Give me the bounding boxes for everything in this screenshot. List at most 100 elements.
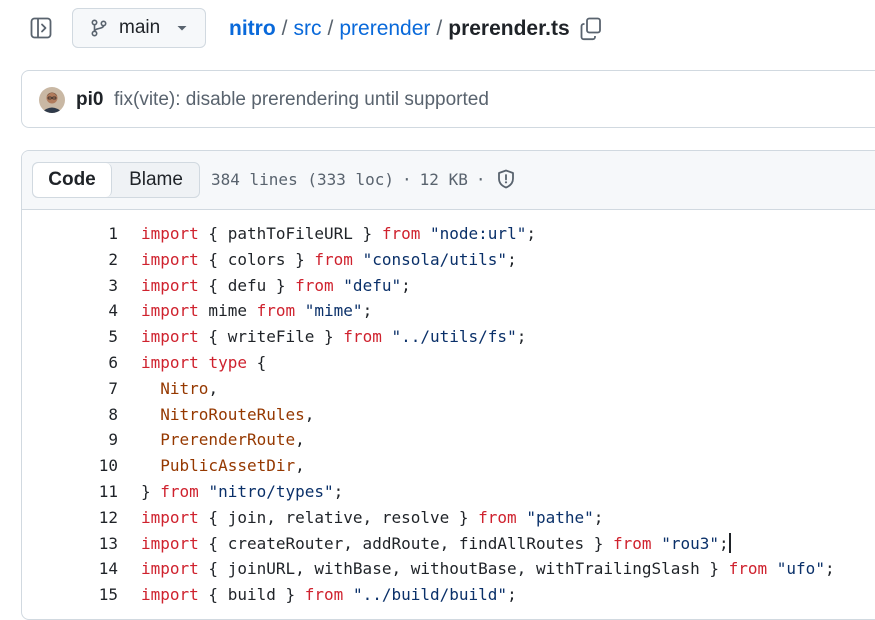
code-token: import	[141, 249, 199, 269]
meta-separator: ·	[402, 169, 412, 189]
code-token: from	[160, 481, 199, 501]
line-number[interactable]: 5	[58, 324, 118, 350]
line-number[interactable]: 2	[58, 247, 118, 273]
code-token: from	[613, 533, 652, 553]
code-token: mime	[198, 301, 257, 321]
triangle-down-icon	[176, 23, 188, 33]
breadcrumb-current-file: prerender.ts	[448, 17, 570, 40]
code-token: "node:url"	[430, 224, 527, 243]
code-text: import mime from "mime";	[141, 298, 372, 324]
code-token: PrerenderRoute	[160, 430, 296, 450]
code-line: 5 import { writeFile } from "../utils/fs"…	[22, 324, 875, 350]
code-text: import { build } from "../build/build";	[141, 582, 517, 608]
breadcrumb-prerender-link[interactable]: prerender	[339, 17, 430, 41]
git-branch-icon	[90, 19, 108, 37]
line-number[interactable]: 7	[58, 376, 118, 402]
line-number[interactable]: 4	[58, 298, 118, 324]
meta-separator: ·	[475, 169, 486, 189]
code-token: import	[141, 327, 199, 347]
code-token: from	[728, 559, 768, 579]
code-token: PublicAssetDir	[160, 456, 296, 476]
code-line: 12 import { join, relative, resolve } fro…	[22, 505, 875, 531]
view-mode-toggle: Code Blame	[32, 162, 200, 198]
code-token: from	[295, 275, 334, 295]
code-line: 15 import { build } from "../build/build"…	[22, 582, 875, 608]
breadcrumb-src-link[interactable]: src	[294, 17, 322, 41]
code-token: import	[141, 533, 199, 553]
line-number[interactable]: 3	[58, 273, 118, 299]
line-number[interactable]: 6	[58, 350, 118, 376]
line-number[interactable]: 14	[58, 556, 118, 582]
code-text: Nitro,	[141, 376, 218, 402]
breadcrumb-repo-link[interactable]: nitro	[229, 17, 276, 41]
code-token: { joinURL, withBase, withoutBase, withTr…	[198, 559, 729, 579]
line-number[interactable]: 11	[58, 479, 118, 505]
code-token: Nitro	[160, 378, 209, 398]
shield-icon[interactable]	[497, 169, 515, 189]
branch-name: main	[119, 17, 161, 38]
code-token: ;	[718, 533, 729, 553]
text-cursor	[728, 532, 731, 553]
code-line: 10 PublicAssetDir,	[22, 453, 875, 479]
code-line: 4 import mime from "mime";	[22, 298, 875, 324]
line-number[interactable]: 13	[58, 531, 118, 557]
avatar[interactable]	[39, 87, 65, 113]
line-number[interactable]: 8	[58, 402, 118, 428]
code-token: from	[304, 585, 344, 605]
code-token: "rou3"	[661, 533, 719, 553]
sidebar-expand-icon[interactable]	[30, 17, 52, 39]
breadcrumb-separator: /	[281, 17, 288, 40]
breadcrumb-separator: /	[327, 17, 334, 40]
code-token: ;	[362, 301, 373, 321]
copy-path-button[interactable]	[580, 17, 602, 41]
code-token: ,	[208, 378, 219, 398]
code-line: 8 NitroRouteRules,	[22, 402, 875, 428]
code-text: import { join, relative, resolve } from …	[141, 505, 603, 531]
tab-code[interactable]: Code	[33, 163, 112, 197]
code-text: } from "nitro/types";	[141, 479, 343, 505]
code-text: import { colors } from "consola/utils";	[141, 247, 517, 273]
code-token: from	[314, 249, 353, 269]
code-token: import	[141, 275, 199, 295]
code-line: 3 import { defu } from "defu";	[22, 273, 875, 299]
commit-message[interactable]: fix(vite): disable prerendering until su…	[114, 89, 489, 111]
code-token: import	[141, 224, 199, 243]
code-token: ;	[526, 224, 536, 243]
code-token: "ufo"	[776, 559, 825, 579]
code-token: {	[246, 352, 267, 372]
line-number[interactable]: 9	[58, 427, 118, 453]
code-token: { createRouter, addRoute, findAllRoutes …	[198, 533, 614, 553]
code-text: PrerenderRoute,	[141, 427, 305, 453]
commit-author[interactable]: pi0	[76, 89, 103, 111]
code-token: { defu }	[198, 275, 296, 295]
tab-blame[interactable]: Blame	[112, 163, 199, 197]
code-line: 1 import { pathToFileURL } from "node:url…	[22, 221, 875, 247]
branch-selector-button[interactable]: main	[72, 8, 206, 48]
line-number[interactable]: 15	[58, 582, 118, 608]
code-line: 13 import { createRouter, addRoute, findA…	[22, 531, 875, 557]
code-view[interactable]: 1 import { pathToFileURL } from "node:url…	[22, 221, 875, 608]
line-number[interactable]: 1	[58, 221, 118, 247]
code-line: 7 Nitro,	[22, 376, 875, 402]
code-line: 9 PrerenderRoute,	[22, 427, 875, 453]
code-token: "defu"	[343, 275, 402, 295]
line-number[interactable]: 12	[58, 505, 118, 531]
code-text: import { writeFile } from "../utils/fs";	[141, 324, 526, 350]
code-token: { colors }	[198, 249, 315, 269]
file-viewer: Code Blame 384 lines (333 loc) · 12 KB ·…	[21, 150, 875, 620]
code-token: { pathToFileURL }	[198, 224, 382, 243]
line-number[interactable]: 10	[58, 453, 118, 479]
code-text: import { createRouter, addRoute, findAll…	[141, 531, 731, 557]
file-navigation-bar: main nitro / src / prerender / prerender…	[0, 0, 875, 58]
code-token: "consola/utils"	[362, 249, 508, 269]
